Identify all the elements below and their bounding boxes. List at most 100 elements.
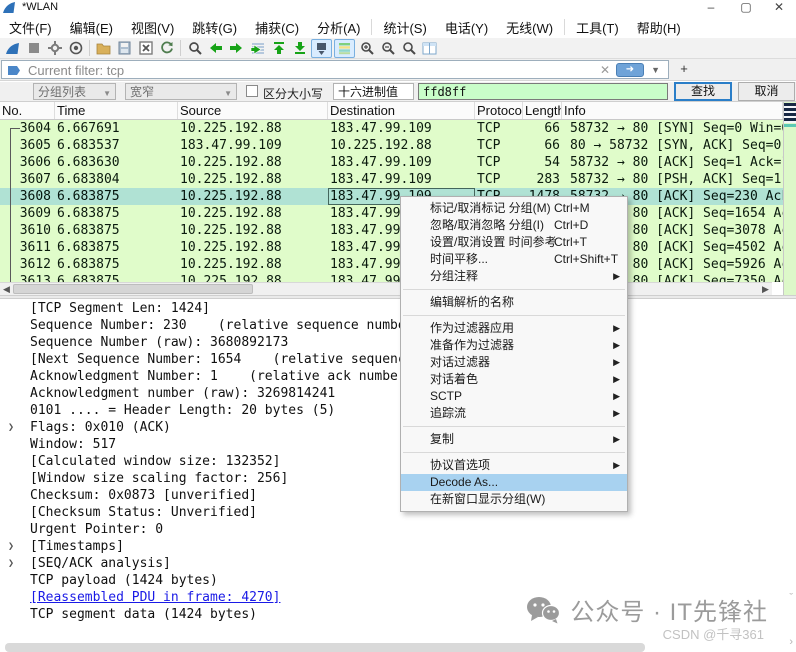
close-icon[interactable]: ✕ xyxy=(764,0,794,15)
zoom-in-icon[interactable] xyxy=(356,39,377,58)
filter-dropdown-caret-icon[interactable]: ▼ xyxy=(651,65,660,75)
resize-columns-icon[interactable] xyxy=(419,39,440,58)
go-last-icon[interactable] xyxy=(289,39,310,58)
column-header-time[interactable]: Time xyxy=(55,102,178,119)
menu-item-6[interactable]: 分析(A) xyxy=(308,16,369,39)
column-header-no[interactable]: No. xyxy=(0,102,55,119)
column-header-destination[interactable]: Destination xyxy=(328,102,475,119)
menu-item-3[interactable]: 视图(V) xyxy=(122,16,183,39)
detail-line-4[interactable]: [Next Sequence Number: 1654 (relative se… xyxy=(0,351,796,368)
context-menu-item-10[interactable]: 准备作为过滤器▶ xyxy=(401,337,627,354)
detail-line-11[interactable]: [Window size scaling factor: 256] xyxy=(0,470,796,487)
reassembled-pdu-link[interactable]: [Reassembled PDU in frame: 4270] xyxy=(30,590,280,605)
context-menu-item-19[interactable]: Decode As... xyxy=(401,474,627,491)
zoom-reset-icon[interactable] xyxy=(398,39,419,58)
menu-item-10[interactable]: 工具(T) xyxy=(567,16,628,39)
detail-line-16[interactable]: ❯[SEQ/ACK analysis] xyxy=(0,555,796,572)
packet-row-3612[interactable]: 36126.68387510.225.192.88183.47.99.109TC… xyxy=(0,256,783,273)
maximize-icon[interactable]: ▢ xyxy=(731,0,761,15)
packet-row-3604[interactable]: 36046.66769110.225.192.88183.47.99.109TC… xyxy=(0,120,783,137)
packet-row-3611[interactable]: 36116.68387510.225.192.88183.47.99.109TC… xyxy=(0,239,783,256)
restart-capture-icon[interactable] xyxy=(65,39,86,58)
column-header-length[interactable]: Length xyxy=(523,102,562,119)
case-sensitive-checkbox[interactable] xyxy=(246,85,258,97)
menu-item-4[interactable]: 跳转(G) xyxy=(183,16,246,39)
start-capture-icon[interactable] xyxy=(2,39,23,58)
packet-row-3605[interactable]: 36056.683537183.47.99.10910.225.192.88TC… xyxy=(0,137,783,154)
search-width-dropdown[interactable]: 宽窄▼ xyxy=(125,83,237,100)
detail-line-8[interactable]: ❯Flags: 0x010 (ACK) xyxy=(0,419,796,436)
auto-scroll-toggle-icon[interactable] xyxy=(311,39,332,58)
detail-line-10[interactable]: [Calculated window size: 132352] xyxy=(0,453,796,470)
detail-line-1[interactable]: [TCP Segment Len: 1424] xyxy=(0,300,796,317)
colorize-toggle-icon[interactable] xyxy=(334,39,355,58)
go-forward-icon[interactable] xyxy=(226,39,247,58)
packet-row-3607[interactable]: 36076.68380410.225.192.88183.47.99.109TC… xyxy=(0,171,783,188)
menu-item-9[interactable]: 无线(W) xyxy=(497,16,562,39)
context-menu-item-18[interactable]: 协议首选项▶ xyxy=(401,457,627,474)
detail-line-6[interactable]: Acknowledgment number (raw): 3269814241 xyxy=(0,385,796,402)
scrollbar-thumb[interactable] xyxy=(13,284,253,294)
zoom-out-icon[interactable] xyxy=(377,39,398,58)
search-input[interactable] xyxy=(418,83,668,100)
menu-item-5[interactable]: 捕获(C) xyxy=(246,16,308,39)
context-menu-item-4[interactable]: 时间平移...Ctrl+Shift+T xyxy=(401,251,627,268)
detail-line-15[interactable]: ❯[Timestamps] xyxy=(0,538,796,555)
column-header-protocol[interactable]: Protocol xyxy=(475,102,523,119)
context-menu-item-9[interactable]: 作为过滤器应用▶ xyxy=(401,320,627,337)
menu-item-8[interactable]: 电话(Y) xyxy=(436,16,497,39)
packet-row-3610[interactable]: 36106.68387510.225.192.88183.47.99.109TC… xyxy=(0,222,783,239)
capture-options-icon[interactable] xyxy=(44,39,65,58)
cancel-button[interactable]: 取消 xyxy=(738,82,795,101)
pane-splitter[interactable] xyxy=(0,295,796,299)
go-back-icon[interactable] xyxy=(205,39,226,58)
go-to-packet-icon[interactable] xyxy=(247,39,268,58)
menu-item-2[interactable]: 编辑(E) xyxy=(61,16,122,39)
expander-chevron-icon[interactable]: ❯ xyxy=(8,419,22,436)
detail-line-14[interactable]: Urgent Pointer: 0 xyxy=(0,521,796,538)
packet-row-3613[interactable]: 36136.68387510.225.192.88183.47.99.109TC… xyxy=(0,273,783,282)
context-menu-item-14[interactable]: 追踪流▶ xyxy=(401,405,627,422)
detail-line-2[interactable]: Sequence Number: 230 (relative sequence … xyxy=(0,317,796,334)
detail-line-9[interactable]: Window: 517 xyxy=(0,436,796,453)
go-first-icon[interactable] xyxy=(268,39,289,58)
display-filter-input[interactable]: Current filter: tcp ✕ ➜ ▼ xyxy=(1,60,669,79)
find-packet-icon[interactable] xyxy=(184,39,205,58)
context-menu-item-7[interactable]: 编辑解析的名称 xyxy=(401,294,627,311)
context-menu-item-1[interactable]: 标记/取消标记 分组(M)Ctrl+M xyxy=(401,200,627,217)
context-menu-item-13[interactable]: SCTP▶ xyxy=(401,388,627,405)
close-capture-icon[interactable] xyxy=(135,39,156,58)
menu-item-7[interactable]: 统计(S) xyxy=(374,16,435,39)
filter-add-button[interactable]: + xyxy=(676,61,692,77)
context-menu-item-5[interactable]: 分组注释▶ xyxy=(401,268,627,285)
expander-chevron-icon[interactable]: ❯ xyxy=(8,538,22,555)
packet-row-3606[interactable]: 36066.68363010.225.192.88183.47.99.109TC… xyxy=(0,154,783,171)
find-button[interactable]: 查找 xyxy=(674,82,732,101)
packet-row-3608[interactable]: 36086.68387510.225.192.88183.47.99.109TC… xyxy=(0,188,783,205)
context-menu-item-3[interactable]: 设置/取消设置 时间参考Ctrl+T xyxy=(401,234,627,251)
context-menu-item-2[interactable]: 忽略/取消忽略 分组(I)Ctrl+D xyxy=(401,217,627,234)
save-file-icon[interactable] xyxy=(114,39,135,58)
search-type-dropdown[interactable]: 十六进制值▼ xyxy=(333,83,414,100)
reload-icon[interactable] xyxy=(156,39,177,58)
context-menu-item-20[interactable]: 在新窗口显示分组(W) xyxy=(401,491,627,508)
open-file-icon[interactable] xyxy=(93,39,114,58)
filter-clear-icon[interactable]: ✕ xyxy=(600,63,610,77)
column-header-info[interactable]: Info xyxy=(562,102,783,119)
horizontal-scrollbar[interactable]: ◀ ▶ xyxy=(0,282,772,295)
detail-line-12[interactable]: Checksum: 0x0873 [unverified] xyxy=(0,487,796,504)
stop-capture-icon[interactable] xyxy=(23,39,44,58)
packet-row-3609[interactable]: 36096.68387510.225.192.88183.47.99.109TC… xyxy=(0,205,783,222)
scroll-right-icon[interactable]: ▶ xyxy=(759,283,772,295)
menu-item-1[interactable]: 文件(F) xyxy=(0,16,61,39)
context-menu-item-11[interactable]: 对话过滤器▶ xyxy=(401,354,627,371)
column-header-source[interactable]: Source xyxy=(178,102,328,119)
context-menu-item-16[interactable]: 复制▶ xyxy=(401,431,627,448)
detail-line-7[interactable]: 0101 .... = Header Length: 20 bytes (5) xyxy=(0,402,796,419)
detail-line-17[interactable]: TCP payload (1424 bytes) xyxy=(0,572,796,589)
scroll-left-icon[interactable]: ◀ xyxy=(0,283,13,295)
detail-line-3[interactable]: Sequence Number (raw): 3680892173 xyxy=(0,334,796,351)
search-scope-dropdown[interactable]: 分组列表▼ xyxy=(33,83,116,100)
detail-line-5[interactable]: Acknowledgment Number: 1 (relative ack n… xyxy=(0,368,796,385)
menu-item-11[interactable]: 帮助(H) xyxy=(628,16,690,39)
